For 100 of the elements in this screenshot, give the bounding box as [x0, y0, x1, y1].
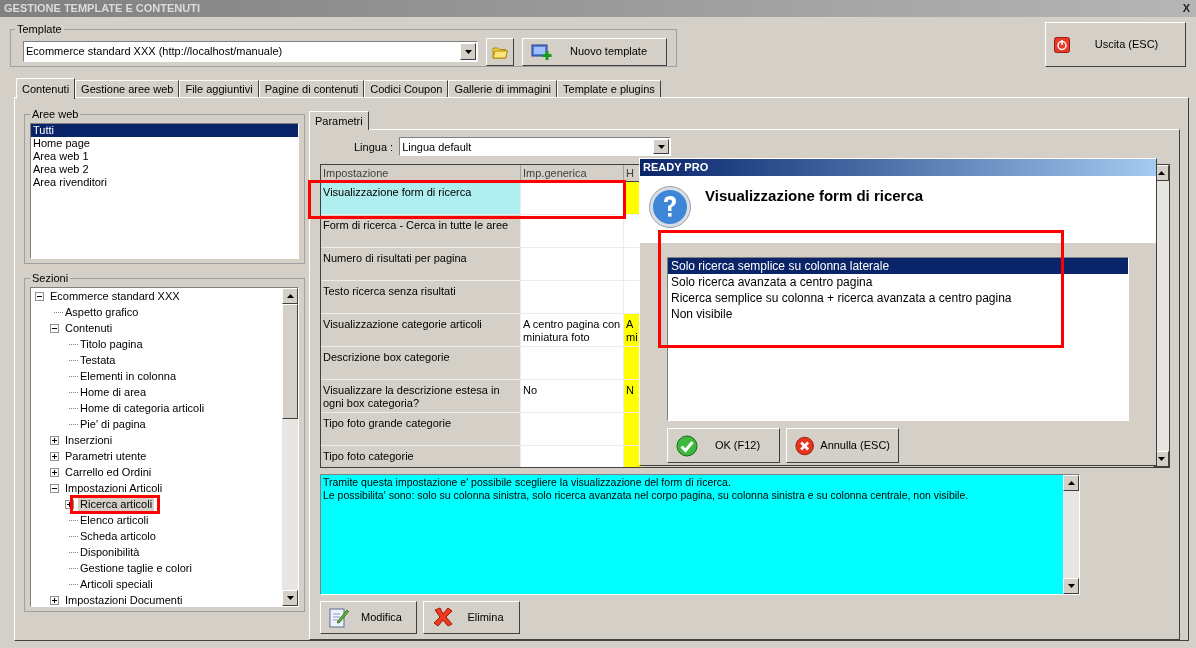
tree-item[interactable]: Elenco articoli [78, 513, 151, 528]
tree-item[interactable]: Disponibilità [78, 545, 142, 560]
list-item[interactable]: Ricerca semplice su colonna + ricerca avanzata a centro pagina [668, 290, 1128, 306]
collapse-icon[interactable] [35, 292, 44, 301]
tree-item[interactable]: Carrello ed Ordini [63, 465, 154, 480]
scrollbar[interactable] [282, 287, 298, 606]
expand-icon[interactable] [50, 436, 59, 445]
folder-button[interactable] [486, 37, 514, 66]
table-cell[interactable]: Visualizzazione categorie articoli [321, 313, 521, 346]
tree-item[interactable]: Contenuti [63, 321, 115, 336]
list-item[interactable]: Area rivenditori [31, 175, 298, 189]
list-item[interactable]: Area web 2 [31, 162, 298, 176]
tree-item[interactable]: Pie' di pagina [78, 417, 148, 432]
column-header[interactable]: Imp.generica [521, 164, 624, 181]
tree-item[interactable]: Home di categoria articoli [78, 401, 207, 416]
tree-item[interactable]: Elementi in colonna [78, 369, 178, 384]
tree-item[interactable]: Titolo pagina [78, 337, 145, 352]
scrollbar[interactable] [1063, 474, 1079, 594]
expand-icon[interactable] [65, 500, 74, 509]
table-cell: No [521, 379, 624, 412]
list-item[interactable]: Tutti [31, 123, 298, 137]
table-cell: A centro pagina con miniatura foto [521, 313, 624, 346]
expand-icon[interactable] [50, 452, 59, 461]
exit-button[interactable]: Uscita (ESC) [1045, 22, 1186, 67]
down-arrow-icon [1067, 583, 1075, 588]
web-areas-list[interactable]: Tutti Home page Area web 1 Area web 2 Area rivenditori [30, 122, 299, 259]
power-icon [1054, 36, 1070, 53]
table-cell[interactable]: Numero di risultati per pagina [321, 247, 521, 280]
tab[interactable]: Gestione aree web [75, 80, 180, 98]
dialog-heading: Visualizzazione form di ricerca [705, 186, 924, 206]
tab[interactable]: Template e plugins [557, 80, 661, 98]
close-button[interactable]: X [1180, 0, 1192, 17]
down-arrow-icon [1157, 456, 1165, 461]
tab[interactable]: Pagine di contenuti [258, 80, 365, 98]
down-arrow-icon [657, 144, 665, 149]
expand-icon[interactable] [50, 596, 59, 605]
list-item[interactable]: Solo ricerca avanzata a centro pagina [668, 274, 1128, 290]
table-cell[interactable]: Visualizzare la descrizione estesa in ogni box categoria? [321, 379, 521, 412]
question-icon [648, 185, 692, 229]
dialog-title: READY PRO [643, 160, 709, 176]
cross-icon [432, 606, 454, 629]
list-item[interactable]: Home page [31, 136, 298, 150]
new-window-icon [531, 42, 553, 61]
table-cell[interactable]: Tipo foto categorie [321, 445, 521, 467]
scroll-thumb[interactable] [282, 303, 298, 419]
tree-item[interactable]: Gestione taglie e colori [78, 561, 194, 576]
up-arrow-icon [286, 293, 294, 298]
scroll-down-button[interactable] [1063, 577, 1079, 594]
scroll-up-button[interactable] [282, 287, 298, 304]
language-label: Lingua : [354, 139, 394, 155]
down-arrow-icon [464, 49, 472, 54]
tree-item[interactable]: Testata [78, 353, 118, 368]
table-cell[interactable]: Descrizione box categorie [321, 346, 521, 379]
group-label: Template [16, 22, 63, 37]
group-label: Sezioni [31, 271, 70, 286]
edit-document-icon [329, 606, 349, 629]
tree-item[interactable]: Impostazioni Documenti [63, 593, 185, 606]
column-header[interactable]: Impostazione [321, 164, 521, 181]
edit-button[interactable]: Modifica [320, 600, 417, 634]
table-cell[interactable]: Testo ricerca senza risultati [321, 280, 521, 313]
tree-item[interactable]: Scheda articolo [78, 529, 158, 544]
window-title: GESTIONE TEMPLATE E CONTENUTI [4, 1, 200, 17]
table-cell[interactable]: Visualizzazione form di ricerca [321, 181, 521, 214]
folder-icon [492, 44, 508, 59]
tab[interactable]: Contenuti [16, 78, 76, 99]
tree-item[interactable]: Aspetto grafico [63, 305, 141, 320]
template-select[interactable]: Ecommerce standard XXX (http://localhost/manuale) [23, 41, 478, 62]
description-text: Le possibilita' sono: solo su colonna sinistra, solo ricerca avanzata nel corpo pagina, su colonna sinistra e su colonna centrale, non visibile. [323, 488, 970, 502]
tree-item[interactable]: Parametri utente [63, 449, 149, 464]
up-arrow-icon [1157, 170, 1165, 175]
expand-icon[interactable] [50, 468, 59, 477]
list-item[interactable]: Area web 1 [31, 149, 298, 163]
description-text: Tramite questa impostazione e' possibile scegliere la visualizzazione del form di ricerca. [323, 475, 732, 489]
collapse-icon[interactable] [50, 484, 59, 493]
collapse-icon[interactable] [50, 324, 59, 333]
tree-item[interactable]: Impostazioni Articoli [63, 481, 165, 496]
cancel-icon [795, 434, 815, 457]
check-icon [676, 434, 698, 457]
ok-button[interactable]: OK (F12) [667, 428, 780, 463]
scroll-up-button[interactable] [1063, 474, 1079, 491]
down-arrow-icon [286, 595, 294, 600]
up-arrow-icon [1067, 480, 1075, 485]
new-template-button[interactable]: Nuovo template [522, 37, 667, 66]
table-cell[interactable]: Tipo foto grande categorie [321, 412, 521, 445]
options-list[interactable]: Solo ricerca semplice su colonna laterale Solo ricerca avanzata a centro pagina Ricerca semplice su colonna + ricerca avanzata a centro pagina Non visibile [667, 257, 1129, 421]
language-select[interactable]: Lingua default [399, 137, 672, 157]
tab[interactable]: Gallerie di immagini [448, 80, 558, 98]
tab[interactable]: Parametri [309, 110, 369, 130]
tab[interactable]: Codici Coupon [364, 80, 449, 98]
scroll-down-button[interactable] [282, 589, 298, 606]
list-item[interactable]: Solo ricerca semplice su colonna laterale [668, 258, 1128, 274]
delete-button[interactable]: Elimina [423, 600, 520, 634]
description-box[interactable] [320, 473, 1080, 595]
tree-item[interactable]: Home di area [78, 385, 149, 400]
cancel-button[interactable]: Annulla (ESC) [786, 428, 899, 463]
tree-item[interactable]: Inserzioni [63, 433, 115, 448]
tab[interactable]: File aggiuntivi [179, 80, 259, 98]
tree-item[interactable]: Ecommerce standard XXX [48, 289, 182, 304]
list-item[interactable]: Non visibile [668, 306, 1128, 322]
tree-item[interactable]: Articoli speciali [78, 577, 155, 592]
